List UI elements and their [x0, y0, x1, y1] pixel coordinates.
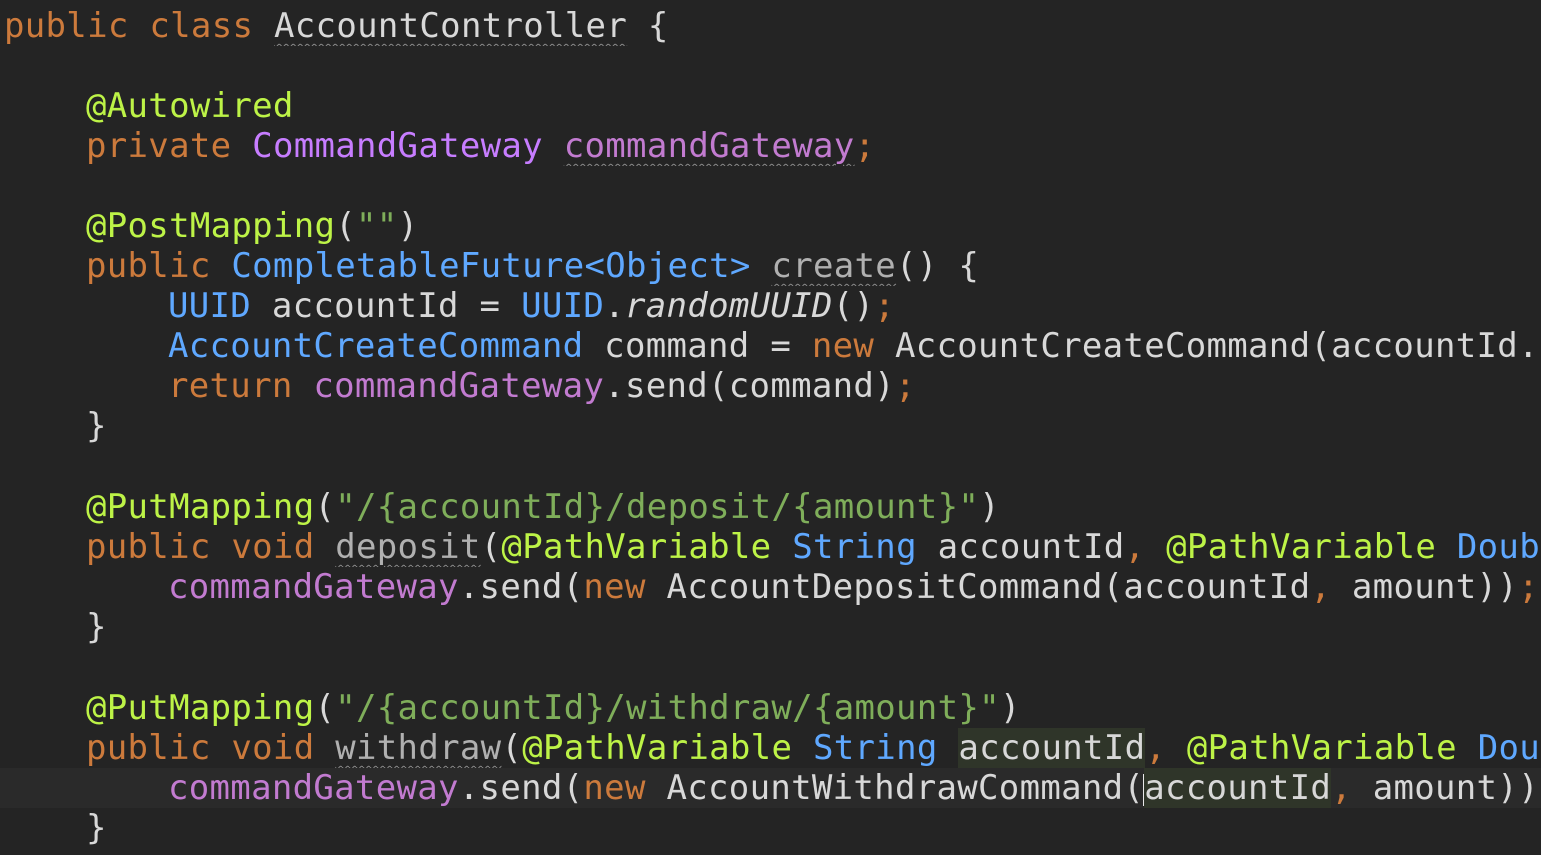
- code-editor[interactable]: public class AccountController { @Autowi…: [0, 0, 1541, 855]
- code-line-14[interactable]: public void deposit(@PathVariable String…: [86, 527, 1541, 567]
- keyword: public class: [4, 6, 275, 46]
- code-line-8[interactable]: UUID accountId = UUID.randomUUID();: [168, 286, 1541, 326]
- keyword: public void: [86, 527, 336, 567]
- brace: }: [86, 808, 107, 848]
- code-line-3[interactable]: @Autowired: [86, 86, 1541, 126]
- type: String: [813, 728, 938, 768]
- code-line-20[interactable]: commandGateway.send(new AccountWithdrawC…: [0, 768, 1541, 808]
- type: CommandGateway: [252, 126, 543, 166]
- expression: .send(: [458, 567, 584, 607]
- code-line-10[interactable]: return commandGateway.send(command);: [168, 366, 1541, 406]
- string-literal: "/{accountId}/deposit/{amount}": [335, 487, 980, 527]
- comma: ,: [1310, 567, 1332, 607]
- code-line-19[interactable]: public void withdraw(@PathVariable Strin…: [86, 728, 1541, 768]
- punct: (: [314, 487, 336, 527]
- expression: .send(command): [604, 366, 895, 406]
- code-line-9[interactable]: AccountCreateCommand command = new Accou…: [168, 326, 1541, 366]
- punct: (: [480, 527, 502, 567]
- keyword: public void: [86, 728, 336, 768]
- field-name: commandGateway: [313, 366, 605, 406]
- code-line-6[interactable]: @PostMapping(""): [86, 206, 1541, 246]
- method-name: withdraw: [335, 728, 502, 768]
- expression: AccountDepositCommand(accountId: [645, 567, 1311, 607]
- method-name: deposit: [335, 527, 481, 567]
- type: AccountCreateCommand: [168, 326, 584, 366]
- punct: (: [335, 206, 357, 246]
- code-line-18[interactable]: @PutMapping("/{accountId}/withdraw/{amou…: [86, 688, 1541, 728]
- method-name: create: [771, 246, 897, 286]
- keyword: new: [811, 326, 875, 366]
- punct: ): [979, 487, 1000, 527]
- punct: (: [501, 728, 523, 768]
- punct: .: [604, 286, 625, 326]
- expression: command =: [583, 326, 812, 366]
- code-line-16[interactable]: }: [86, 607, 1541, 647]
- annotation: @PathVariable: [1186, 728, 1457, 768]
- type: UUID: [168, 286, 252, 326]
- comma: ,: [1331, 768, 1352, 808]
- punct: {: [627, 6, 669, 46]
- annotation: @PathVariable: [522, 728, 793, 768]
- field-name: commandGateway: [563, 126, 855, 166]
- punct: (: [314, 688, 336, 728]
- parameter: accountId: [958, 728, 1146, 768]
- comma: ,: [1145, 728, 1187, 768]
- semicolon: ;: [854, 126, 876, 166]
- code-line-15[interactable]: commandGateway.send(new AccountDepositCo…: [168, 567, 1541, 607]
- code-line-1[interactable]: public class AccountController {: [4, 6, 1541, 46]
- field-name: commandGateway: [168, 768, 459, 808]
- parameter: accountId: [1144, 768, 1332, 808]
- keyword: new: [583, 768, 646, 808]
- class-name: AccountController: [274, 6, 628, 46]
- expression: .send(: [458, 768, 584, 808]
- brace: }: [86, 406, 107, 446]
- annotation: @Autowired: [86, 86, 294, 126]
- keyword: new: [583, 567, 646, 607]
- code-line-11[interactable]: }: [86, 406, 1541, 446]
- type: Dou: [1477, 728, 1540, 768]
- semicolon: ;: [1518, 567, 1539, 607]
- annotation: @PutMapping: [86, 487, 315, 527]
- expression: accountId =: [251, 286, 522, 326]
- punct: ): [999, 688, 1021, 728]
- punct: (): [832, 286, 875, 326]
- type: Doub: [1456, 527, 1540, 567]
- type: CompletableFuture<Object>: [231, 246, 751, 286]
- expression: amount)): [1331, 567, 1519, 607]
- keyword: public: [86, 246, 232, 286]
- annotation: @PathVariable: [501, 527, 772, 567]
- punct: () {: [896, 246, 980, 286]
- semicolon: ;: [874, 286, 896, 326]
- string-literal: "": [356, 206, 398, 246]
- annotation: @PathVariable: [1166, 527, 1437, 567]
- parameter: accountId: [916, 527, 1125, 567]
- code-line-13[interactable]: @PutMapping("/{accountId}/deposit/{amoun…: [86, 487, 1541, 527]
- type: UUID: [521, 286, 605, 326]
- semicolon: ;: [894, 366, 916, 406]
- keyword: private: [86, 126, 253, 166]
- expression: AccountWithdrawCommand(: [645, 768, 1145, 808]
- static-call: randomUUID: [624, 286, 833, 326]
- code-line-21[interactable]: }: [86, 808, 1541, 848]
- expression: amount)): [1351, 768, 1539, 808]
- field-name: commandGateway: [168, 567, 459, 607]
- keyword: return: [168, 366, 314, 406]
- expression: AccountCreateCommand(accountId.t: [874, 326, 1541, 366]
- annotation: @PutMapping: [86, 688, 315, 728]
- comma: ,: [1124, 527, 1167, 567]
- string-literal: "/{accountId}/withdraw/{amount}": [335, 688, 1000, 728]
- code-line-7[interactable]: public CompletableFuture<Object> create(…: [86, 246, 1541, 286]
- type: String: [792, 527, 917, 567]
- brace: }: [86, 607, 107, 647]
- code-line-4[interactable]: private CommandGateway commandGateway;: [86, 126, 1541, 166]
- punct: ): [397, 206, 419, 246]
- annotation: @PostMapping: [86, 206, 336, 246]
